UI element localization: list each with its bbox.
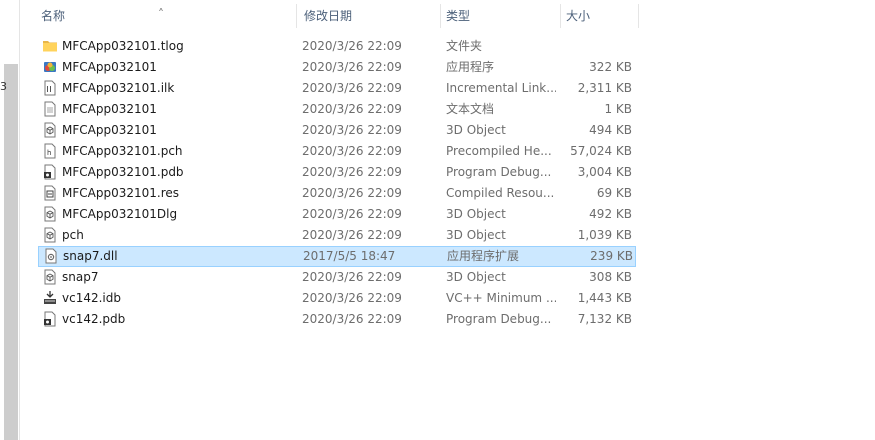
file-name: vc142.pdb	[62, 312, 126, 326]
column-header-name-label: 名称	[41, 9, 66, 23]
file-size: 1,039 KB	[577, 228, 632, 242]
application-icon	[42, 59, 58, 76]
file-name: MFCApp032101	[62, 60, 157, 74]
file-size: 492 KB	[589, 207, 632, 221]
3d-object-icon	[42, 227, 58, 244]
pdb-file-icon	[42, 164, 58, 181]
file-modified-date: 2020/3/26 22:09	[302, 291, 402, 305]
file-row[interactable]: MFCApp032101 2020/3/26 22:09 文本文档 1 KB	[38, 99, 636, 120]
file-type: 文件夹	[446, 39, 483, 53]
file-list: MFCApp032101.tlog 2020/3/26 22:09 文件夹 MF…	[38, 36, 636, 330]
column-header-type-label: 类型	[446, 9, 471, 23]
file-name: MFCApp032101Dlg	[62, 207, 178, 221]
3d-object-icon	[42, 269, 58, 286]
column-header-name[interactable]: 名称 ˄	[20, 0, 296, 32]
file-size: 69 KB	[596, 186, 632, 200]
file-size: 57,024 KB	[570, 144, 632, 158]
file-modified-date: 2017/5/5 18:47	[303, 249, 396, 263]
file-row[interactable]: MFCApp032101 2020/3/26 22:09 3D Object 4…	[38, 120, 636, 141]
file-name: MFCApp032101.res	[62, 186, 180, 200]
file-size: 2,311 KB	[577, 81, 632, 95]
file-modified-date: 2020/3/26 22:09	[302, 81, 402, 95]
file-row[interactable]: pch 2020/3/26 22:09 3D Object 1,039 KB	[38, 225, 636, 246]
column-divider[interactable]	[638, 4, 639, 28]
column-header-type[interactable]: 类型	[440, 0, 560, 32]
column-header-date-label: 修改日期	[304, 9, 353, 23]
file-row[interactable]: MFCApp032101Dlg 2020/3/26 22:09 3D Objec…	[38, 204, 636, 225]
file-name: MFCApp032101.tlog	[62, 39, 184, 53]
file-name: MFCApp032101	[62, 123, 157, 137]
file-row[interactable]: MFCApp032101.pdb 2020/3/26 22:09 Program…	[38, 162, 636, 183]
file-modified-date: 2020/3/26 22:09	[302, 60, 402, 74]
file-row[interactable]: MFCApp032101.res 2020/3/26 22:09 Compile…	[38, 183, 636, 204]
file-modified-date: 2020/3/26 22:09	[302, 270, 402, 284]
file-modified-date: 2020/3/26 22:09	[302, 102, 402, 116]
file-row[interactable]: vc142.pdb 2020/3/26 22:09 Program Debug.…	[38, 309, 636, 330]
file-modified-date: 2020/3/26 22:09	[302, 312, 402, 326]
navigation-pane: 3	[0, 0, 20, 440]
file-name: snap7.dll	[63, 249, 118, 263]
file-row[interactable]: MFCApp032101 2020/3/26 22:09 应用程序 322 KB	[38, 57, 636, 78]
3d-object-icon	[42, 122, 58, 139]
file-size: 1,443 KB	[577, 291, 632, 305]
file-name: MFCApp032101.pdb	[62, 165, 184, 179]
res-file-icon	[42, 185, 58, 202]
file-row[interactable]: MFCApp032101.tlog 2020/3/26 22:09 文件夹	[38, 36, 636, 57]
3d-object-icon	[42, 206, 58, 223]
ilk-file-icon	[42, 80, 58, 97]
file-modified-date: 2020/3/26 22:09	[302, 144, 402, 158]
file-size: 494 KB	[589, 123, 632, 137]
text-file-icon	[42, 101, 58, 118]
file-row[interactable]: MFCApp032101.ilk 2020/3/26 22:09 Increme…	[38, 78, 636, 99]
file-modified-date: 2020/3/26 22:09	[302, 123, 402, 137]
file-size: 308 KB	[589, 270, 632, 284]
svg-text:h: h	[47, 149, 51, 157]
sort-ascending-icon: ˄	[158, 7, 164, 21]
column-header-date[interactable]: 修改日期	[296, 0, 440, 32]
file-explorer-view: 3 名称 ˄ 修改日期 类型 大小 MFCApp032101.tlog 2020…	[0, 0, 875, 440]
file-size: 1 KB	[604, 102, 632, 116]
column-header-size-label: 大小	[566, 9, 591, 23]
idb-file-icon	[42, 290, 58, 307]
file-name: MFCApp032101	[62, 102, 157, 116]
file-name: MFCApp032101.ilk	[62, 81, 175, 95]
file-size: 239 KB	[590, 249, 633, 263]
dll-file-icon	[43, 248, 59, 265]
file-size: 3,004 KB	[577, 165, 632, 179]
file-size: 322 KB	[589, 60, 632, 74]
file-modified-date: 2020/3/26 22:09	[302, 186, 402, 200]
file-modified-date: 2020/3/26 22:09	[302, 39, 402, 53]
file-row[interactable]: snap7.dll 2017/5/5 18:47 应用程序扩展 239 KB	[38, 246, 636, 267]
file-name: MFCApp032101.pch	[62, 144, 183, 158]
column-header-bar: 名称 ˄ 修改日期 类型 大小	[20, 0, 640, 32]
file-name: vc142.idb	[62, 291, 121, 305]
pdb-file-icon	[42, 311, 58, 328]
column-header-size[interactable]: 大小	[560, 0, 638, 32]
file-modified-date: 2020/3/26 22:09	[302, 207, 402, 221]
file-name: pch	[62, 228, 84, 242]
file-modified-date: 2020/3/26 22:09	[302, 228, 402, 242]
file-row[interactable]: vc142.idb 2020/3/26 22:09 VC++ Minimum .…	[38, 288, 636, 309]
navigation-pane-scrollbar[interactable]	[4, 64, 18, 440]
pch-file-icon: h	[42, 143, 58, 160]
file-row[interactable]: h MFCApp032101.pch 2020/3/26 22:09 Preco…	[38, 141, 636, 162]
file-row[interactable]: snap7 2020/3/26 22:09 3D Object 308 KB	[38, 267, 636, 288]
file-modified-date: 2020/3/26 22:09	[302, 165, 402, 179]
file-size: 7,132 KB	[577, 312, 632, 326]
file-name: snap7	[62, 270, 99, 284]
navigation-pane-text: 3	[0, 80, 7, 93]
folder-icon	[42, 38, 58, 55]
